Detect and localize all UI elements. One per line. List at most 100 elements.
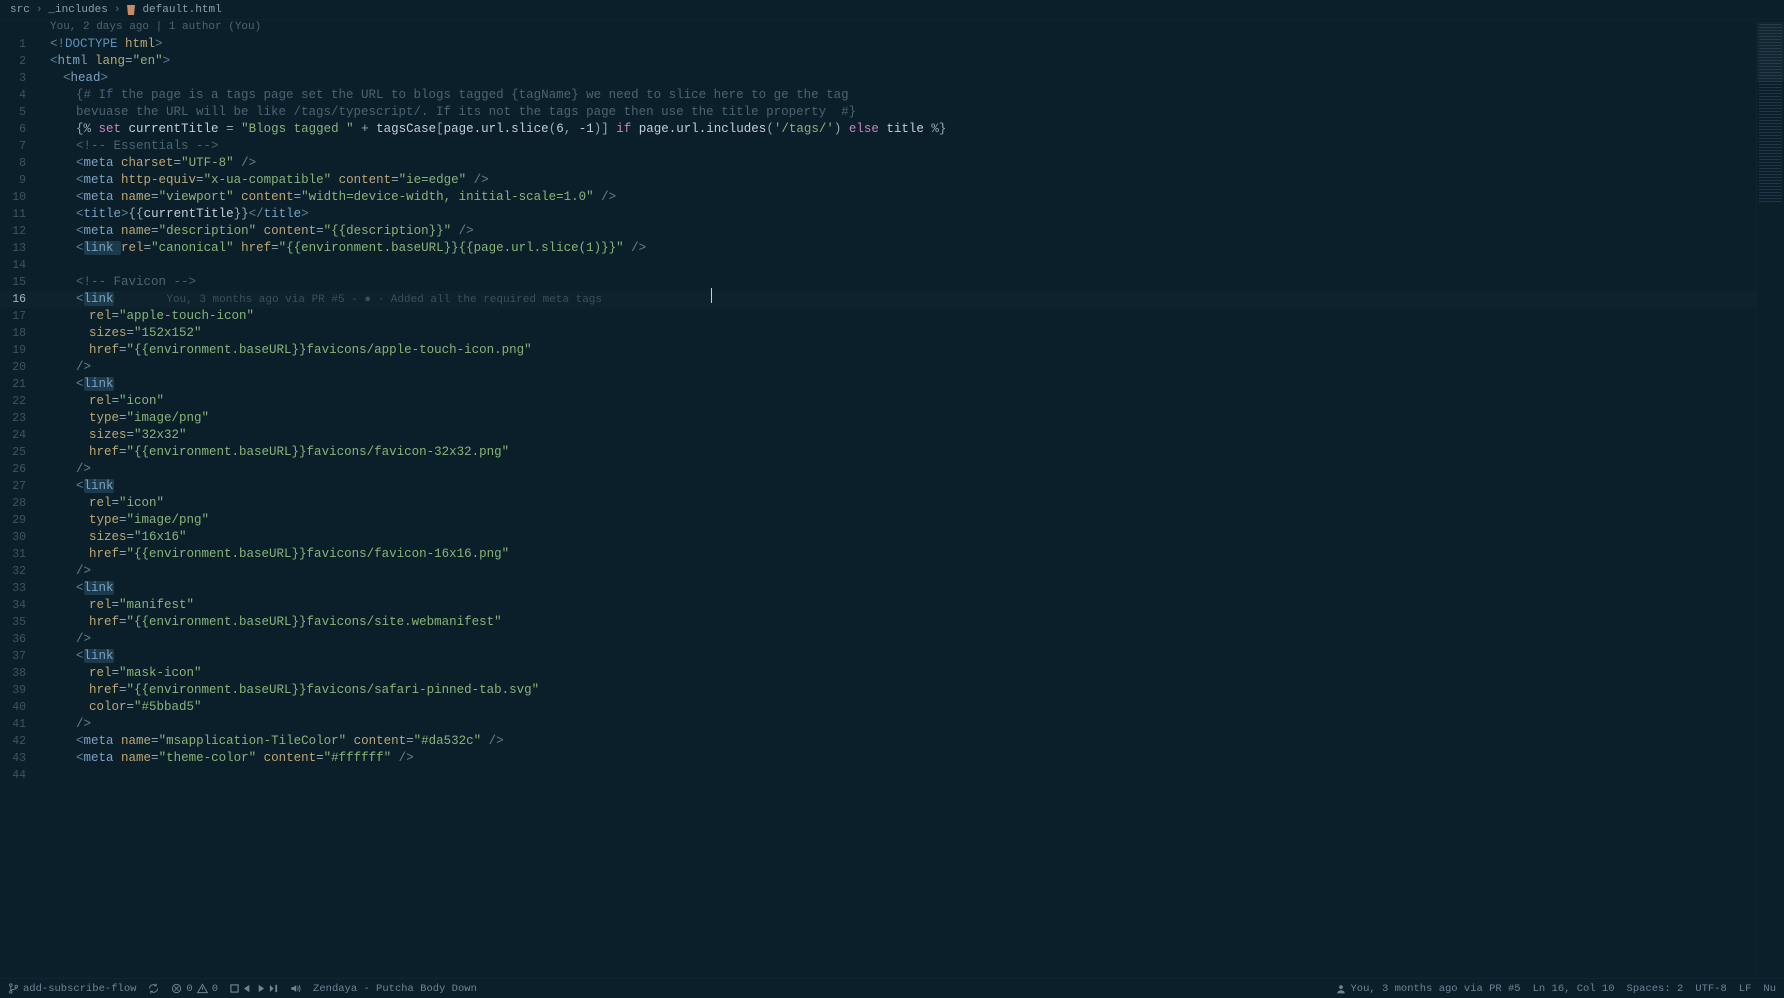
code-content[interactable]: <!DOCTYPE html> xyxy=(38,36,1756,53)
code-content[interactable]: /> xyxy=(38,461,1756,478)
code-line[interactable]: 30sizes="16x16" xyxy=(0,529,1756,546)
code-line[interactable]: 4{# If the page is a tags page set the U… xyxy=(0,87,1756,104)
code-line[interactable]: 26/> xyxy=(0,461,1756,478)
line-number[interactable]: 22 xyxy=(0,393,38,410)
code-line[interactable]: 10<meta name="viewport" content="width=d… xyxy=(0,189,1756,206)
line-number[interactable]: 35 xyxy=(0,614,38,631)
status-indentation[interactable]: Spaces: 2 xyxy=(1627,983,1684,995)
line-number[interactable]: 43 xyxy=(0,750,38,767)
code-content[interactable]: <html lang="en"> xyxy=(38,53,1756,70)
line-number[interactable]: 6 xyxy=(0,121,38,138)
status-eol[interactable]: LF xyxy=(1739,983,1752,995)
code-line[interactable]: 22rel="icon" xyxy=(0,393,1756,410)
line-number[interactable]: 32 xyxy=(0,563,38,580)
code-content[interactable]: <link xyxy=(38,478,1756,495)
minimap[interactable] xyxy=(1756,20,1784,978)
code-line[interactable]: 21<link xyxy=(0,376,1756,393)
code-line[interactable]: 11<title>{{currentTitle}}</title> xyxy=(0,206,1756,223)
line-number[interactable]: 38 xyxy=(0,665,38,682)
code-content[interactable]: sizes="16x16" xyxy=(38,529,1756,546)
line-number[interactable]: 44 xyxy=(0,767,38,784)
code-content[interactable]: /> xyxy=(38,716,1756,733)
code-line[interactable]: 6{% set currentTitle = "Blogs tagged " +… xyxy=(0,121,1756,138)
code-content[interactable]: {% set currentTitle = "Blogs tagged " + … xyxy=(38,121,1756,138)
code-content[interactable]: <link xyxy=(38,376,1756,393)
status-audio-icon[interactable] xyxy=(290,983,301,994)
code-content[interactable]: <meta http-equiv="x-ua-compatible" conte… xyxy=(38,172,1756,189)
line-number[interactable]: 41 xyxy=(0,716,38,733)
line-number[interactable]: 14 xyxy=(0,257,38,274)
code-line[interactable]: 1<!DOCTYPE html> xyxy=(0,36,1756,53)
code-content[interactable]: href="{{environment.baseURL}}favicons/fa… xyxy=(38,444,1756,461)
breadcrumb-part[interactable]: src xyxy=(10,4,30,16)
code-line[interactable]: 24sizes="32x32" xyxy=(0,427,1756,444)
breadcrumb[interactable]: src › _includes › default.html xyxy=(0,0,1784,20)
line-number[interactable]: 9 xyxy=(0,172,38,189)
line-number[interactable]: 21 xyxy=(0,376,38,393)
code-content[interactable]: href="{{environment.baseURL}}favicons/ap… xyxy=(38,342,1756,359)
line-number[interactable]: 4 xyxy=(0,87,38,104)
status-language[interactable]: Nu xyxy=(1763,983,1776,995)
line-number[interactable]: 24 xyxy=(0,427,38,444)
status-nowplaying[interactable]: Zendaya - Putcha Body Down xyxy=(313,983,477,995)
code-content[interactable]: <!-- Favicon --> xyxy=(38,274,1756,291)
code-line[interactable]: 19href="{{environment.baseURL}}favicons/… xyxy=(0,342,1756,359)
code-line[interactable]: 27<link xyxy=(0,478,1756,495)
code-content[interactable]: type="image/png" xyxy=(38,410,1756,427)
line-number[interactable]: 36 xyxy=(0,631,38,648)
line-number[interactable]: 33 xyxy=(0,580,38,597)
line-number[interactable]: 3 xyxy=(0,70,38,87)
line-number[interactable]: 29 xyxy=(0,512,38,529)
line-number[interactable]: 18 xyxy=(0,325,38,342)
code-content[interactable]: sizes="32x32" xyxy=(38,427,1756,444)
status-encoding[interactable]: UTF-8 xyxy=(1695,983,1727,995)
line-number[interactable]: 30 xyxy=(0,529,38,546)
code-content[interactable]: href="{{environment.baseURL}}favicons/sa… xyxy=(38,682,1756,699)
code-content[interactable]: href="{{environment.baseURL}}favicons/fa… xyxy=(38,546,1756,563)
code-content[interactable]: <head> xyxy=(38,70,1756,87)
code-line[interactable]: 35href="{{environment.baseURL}}favicons/… xyxy=(0,614,1756,631)
line-number[interactable]: 42 xyxy=(0,733,38,750)
line-number[interactable]: 19 xyxy=(0,342,38,359)
code-line[interactable]: 40color="#5bbad5" xyxy=(0,699,1756,716)
code-line[interactable]: 32/> xyxy=(0,563,1756,580)
code-content[interactable]: <link You, 3 months ago via PR #5 - ● · … xyxy=(38,291,1756,309)
code-line[interactable]: 16<link You, 3 months ago via PR #5 - ● … xyxy=(0,291,1756,308)
line-number[interactable]: 16 xyxy=(0,291,38,308)
code-line[interactable]: 34rel="manifest" xyxy=(0,597,1756,614)
code-line[interactable]: 25href="{{environment.baseURL}}favicons/… xyxy=(0,444,1756,461)
code-line[interactable]: 39href="{{environment.baseURL}}favicons/… xyxy=(0,682,1756,699)
code-content[interactable]: /> xyxy=(38,359,1756,376)
status-position[interactable]: Ln 16, Col 10 xyxy=(1533,983,1615,995)
code-content[interactable]: /> xyxy=(38,563,1756,580)
code-content[interactable]: {# If the page is a tags page set the UR… xyxy=(38,87,1756,104)
line-number[interactable]: 26 xyxy=(0,461,38,478)
line-number[interactable]: 13 xyxy=(0,240,38,257)
code-content[interactable]: <link xyxy=(38,648,1756,665)
code-line[interactable]: 37<link xyxy=(0,648,1756,665)
line-number[interactable]: 34 xyxy=(0,597,38,614)
code-line[interactable]: 29type="image/png" xyxy=(0,512,1756,529)
code-content[interactable]: <!-- Essentials --> xyxy=(38,138,1756,155)
code-line[interactable]: 13<link rel="canonical" href="{{environm… xyxy=(0,240,1756,257)
line-number[interactable]: 11 xyxy=(0,206,38,223)
code-content[interactable]: color="#5bbad5" xyxy=(38,699,1756,716)
line-number[interactable]: 1 xyxy=(0,36,38,53)
line-number[interactable]: 40 xyxy=(0,699,38,716)
code-content[interactable]: rel="icon" xyxy=(38,393,1756,410)
line-number[interactable]: 15 xyxy=(0,274,38,291)
code-content[interactable]: <link xyxy=(38,580,1756,597)
code-content[interactable]: <meta name="msapplication-TileColor" con… xyxy=(38,733,1756,750)
code-content[interactable]: sizes="152x152" xyxy=(38,325,1756,342)
code-content[interactable]: rel="apple-touch-icon" xyxy=(38,308,1756,325)
code-content[interactable]: <meta name="theme-color" content="#fffff… xyxy=(38,750,1756,767)
code-line[interactable]: 38rel="mask-icon" xyxy=(0,665,1756,682)
code-line[interactable]: 18sizes="152x152" xyxy=(0,325,1756,342)
status-sync[interactable] xyxy=(148,983,159,994)
code-content[interactable]: <link rel="canonical" href="{{environmen… xyxy=(38,240,1756,257)
code-line[interactable]: 3<head> xyxy=(0,70,1756,87)
code-line[interactable]: 12<meta name="description" content="{{de… xyxy=(0,223,1756,240)
line-number[interactable]: 25 xyxy=(0,444,38,461)
line-number[interactable]: 28 xyxy=(0,495,38,512)
code-content[interactable]: rel="manifest" xyxy=(38,597,1756,614)
